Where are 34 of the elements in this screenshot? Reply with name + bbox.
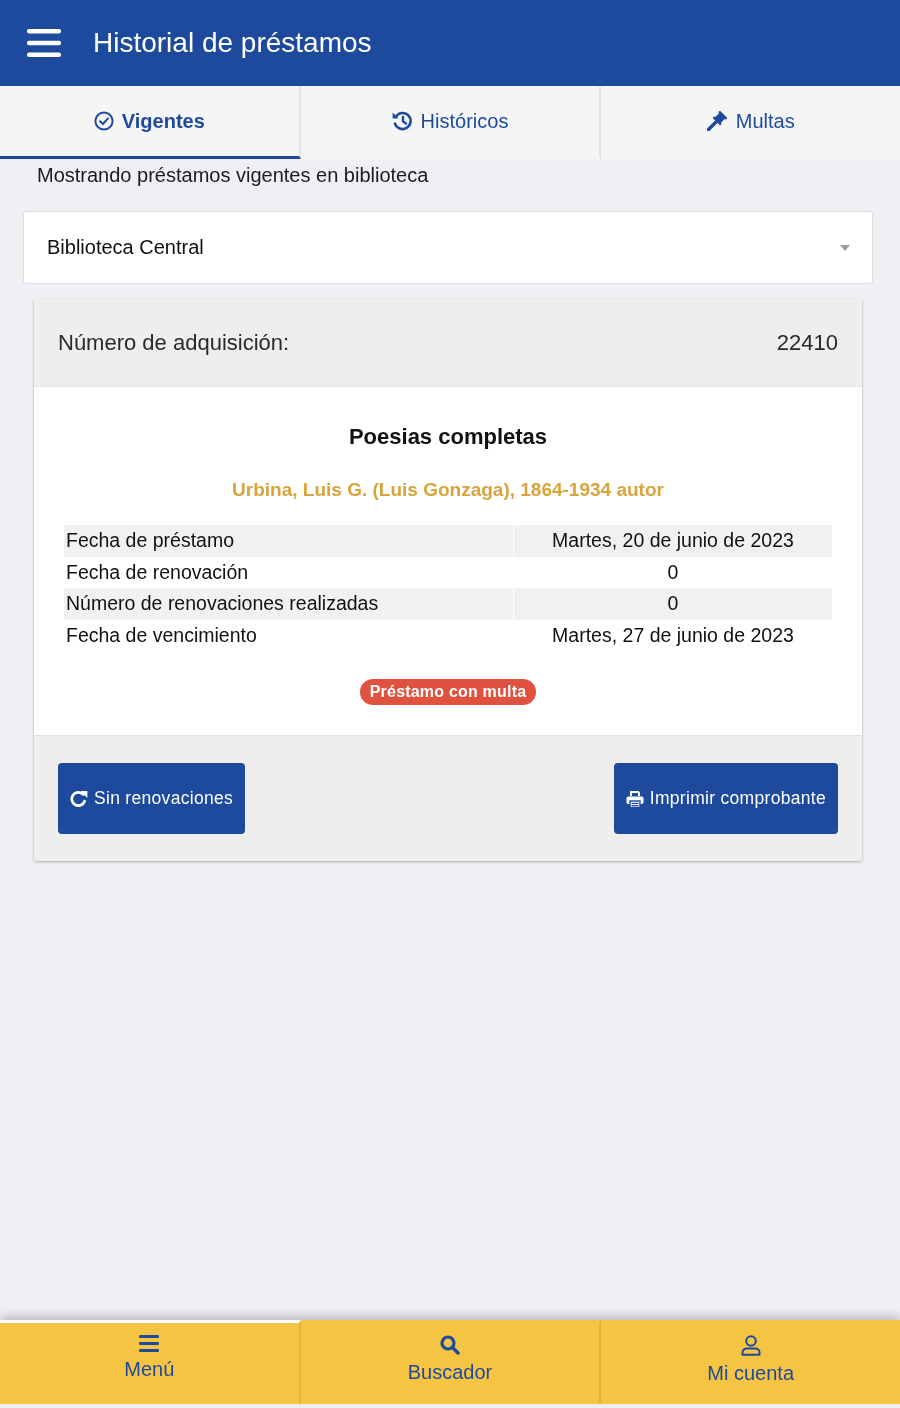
detail-value: 0 <box>514 588 832 620</box>
acquisition-number: 22410 <box>776 329 838 356</box>
fine-badge: Préstamo con multa <box>359 679 537 705</box>
caret-icon <box>840 244 850 251</box>
library-select[interactable]: Biblioteca Central <box>23 211 873 284</box>
book-title: Poesias completas <box>348 423 548 451</box>
acquisition-label: Número de adquisición: <box>58 329 290 356</box>
search-icon <box>440 1335 460 1355</box>
print-button[interactable]: Imprimir comprobante <box>613 763 838 834</box>
detail-label: Fecha de préstamo <box>64 525 513 557</box>
menu-icon <box>139 1335 160 1352</box>
hammer-icon <box>706 111 728 131</box>
detail-label: Fecha de renovación <box>65 559 250 585</box>
nav-item[interactable]: Menú <box>0 1320 301 1404</box>
detail-label: Número de renovaciones realizadas <box>64 588 513 620</box>
nav-item[interactable]: Buscador <box>300 1320 602 1404</box>
detail-value: 0 <box>666 559 680 585</box>
printer-icon <box>625 789 644 808</box>
detail-value: Martes, 27 de junio de 2023 <box>551 622 795 648</box>
renew-button[interactable]: Sin renovaciones <box>58 763 246 834</box>
subtitle-text: Mostrando préstamos vigentes en biblioteca <box>37 163 429 188</box>
detail-value: Martes, 20 de junio de 2023 <box>514 525 832 557</box>
menu-button[interactable] <box>27 29 61 57</box>
menu-icon <box>27 29 61 57</box>
tab[interactable]: Vigentes <box>0 86 301 159</box>
tab[interactable]: Históricos <box>300 86 602 159</box>
author-text: Urbina, Luis G. (Luis Gonzaga), 1864-1934 autor <box>232 478 664 502</box>
check-circle-icon <box>93 111 114 131</box>
page-title: Historial de préstamos <box>93 27 372 59</box>
detail-label: Fecha de vencimiento <box>65 622 258 648</box>
user-icon <box>740 1335 761 1356</box>
history-icon <box>391 111 413 131</box>
redo-icon <box>70 789 88 808</box>
nav-item[interactable]: Mi cuenta <box>601 1320 900 1404</box>
